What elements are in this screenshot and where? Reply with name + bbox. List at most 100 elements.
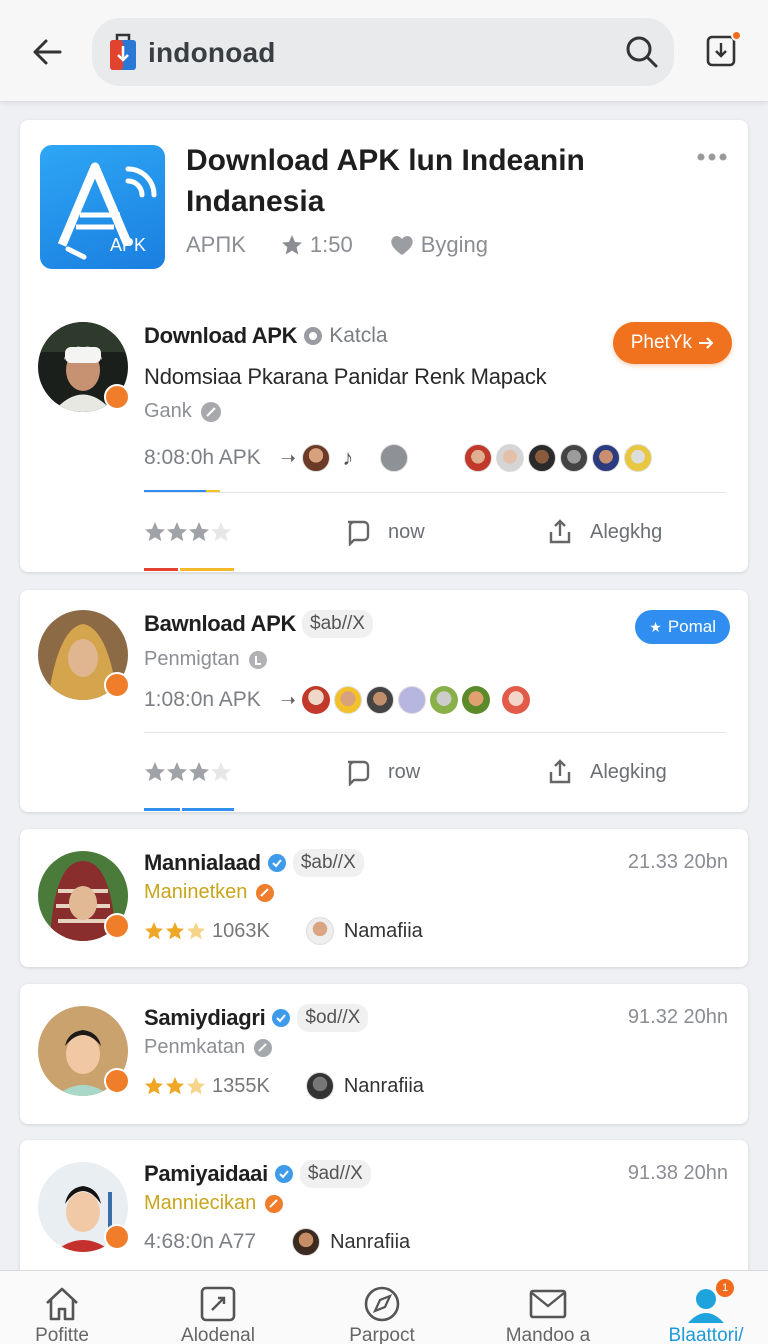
verified-badge-icon	[274, 1165, 293, 1183]
post-author[interactable]: Bawnload APK	[144, 611, 296, 637]
reaction-avatar	[527, 444, 556, 472]
reaction-avatar	[301, 686, 330, 714]
user-name[interactable]: Nanrafiia	[330, 1231, 410, 1254]
personal-button[interactable]: ★ Pomal	[635, 610, 730, 644]
post-timestamp: 91.32 20hn	[627, 1006, 728, 1028]
post-subtitle: Penmkatan	[144, 1036, 273, 1059]
bottom-navigation: Pofitte Alodenal Parpoct Mandoo a 1 Blaa…	[0, 1270, 768, 1344]
comment-icon	[348, 520, 370, 546]
avatar[interactable]	[38, 322, 130, 412]
back-arrow-icon[interactable]	[28, 32, 68, 72]
app-icon-label: APK	[110, 235, 146, 255]
avatar-badge-icon	[104, 1068, 130, 1094]
arrow-small-icon: ➝	[280, 689, 296, 710]
avatar-badge-icon	[104, 1224, 130, 1250]
post-card: Pamiyaidaai $ad//X 91.38 20hn Manniecika…	[20, 1140, 748, 1280]
user-name[interactable]: Nanrafiia	[344, 1075, 424, 1098]
search-icon[interactable]	[624, 34, 660, 70]
apk-app-icon[interactable]: APK	[40, 145, 165, 269]
comment-button[interactable]: now	[344, 518, 425, 546]
action-row: row Alegking	[144, 752, 726, 792]
reaction-avatar	[591, 444, 620, 472]
nav-item-blaattori[interactable]: 1 Blaattori/	[646, 1279, 766, 1344]
share-icon	[549, 519, 571, 544]
post-subtitle: Gank	[144, 400, 222, 423]
reaction-avatar	[397, 686, 426, 714]
star-rating[interactable]	[144, 521, 232, 543]
post-author[interactable]: Pamiyaidaai	[144, 1161, 268, 1187]
reaction-avatar	[333, 686, 362, 714]
post-author[interactable]: Download APK	[144, 323, 298, 349]
avatar[interactable]	[38, 610, 130, 700]
star-rating	[145, 922, 205, 940]
badge-icon	[256, 883, 275, 902]
app-rating: 1:50	[280, 232, 353, 258]
post-time-row: 8:08:0h APK ➝ ♪	[144, 444, 656, 472]
badge-icon	[265, 1194, 284, 1213]
avatar-badge-icon	[104, 913, 130, 939]
verified-badge-icon	[267, 854, 286, 872]
notification-dot	[731, 30, 742, 41]
post-header: Pamiyaidaai $ad//X	[144, 1160, 371, 1188]
post-tag: $ab//X	[292, 849, 364, 877]
share-icon	[549, 759, 571, 784]
action-row: now Alegkhg	[144, 512, 726, 552]
avatar[interactable]	[38, 1162, 130, 1252]
edit-icon	[200, 401, 221, 422]
post-time: 8:08:0h APK	[144, 446, 261, 469]
nav-item-parpoct[interactable]: Parpoct	[322, 1285, 442, 1344]
progress-bar	[144, 568, 178, 571]
nav-label: Parpoct	[349, 1325, 415, 1344]
avatar-badge-icon	[104, 672, 130, 698]
post-timestamp: 91.38 20hn	[627, 1162, 728, 1184]
share-button[interactable]: Alegking	[546, 758, 667, 786]
comment-button[interactable]: row	[344, 758, 420, 786]
post-subtitle-text: Gank	[144, 400, 192, 422]
post-subtitle-text: Penmigtan	[144, 648, 240, 670]
post-description: Ndomsiaa Pkarana Panidar Renk Mapack	[144, 364, 547, 389]
user-avatar	[305, 1072, 334, 1100]
comment-icon	[348, 760, 370, 786]
post-author[interactable]: Samiydiagri	[144, 1005, 266, 1031]
post-header: Bawnload APK $ab//X	[144, 610, 373, 638]
nav-item-mandoo-a[interactable]: Mandoo a	[488, 1285, 608, 1344]
nav-item-alodenal[interactable]: Alodenal	[158, 1285, 278, 1344]
app-rating-value: 1:50	[309, 232, 353, 257]
list-icon	[379, 444, 408, 472]
reaction-avatar	[301, 444, 330, 472]
post-tag: Katcla	[329, 324, 388, 347]
star-rating[interactable]	[144, 761, 232, 783]
post-author[interactable]: Mannialaad	[144, 850, 261, 876]
progress-bar	[144, 808, 180, 811]
avatar[interactable]	[38, 1006, 130, 1096]
post-tag: $od//X	[297, 1004, 369, 1032]
arrow-right-icon	[699, 337, 714, 349]
post-time-row: 1:08:0n APK ➝	[144, 686, 534, 714]
user-name[interactable]: Namafiia	[344, 920, 423, 943]
post-card: Bawnload APK $ab//X ★ Pomal Penmigtan 1:…	[20, 590, 748, 812]
post-subtitle-text: Penmkatan	[144, 1036, 246, 1058]
divider	[144, 732, 726, 733]
follow-button-label: PhetYk	[630, 332, 692, 353]
reaction-avatar	[463, 444, 492, 472]
follow-button[interactable]: PhetYk	[612, 322, 732, 364]
share-button[interactable]: Alegkhg	[546, 518, 662, 546]
app-category: APΠK	[186, 232, 246, 257]
search-query: indonoad	[148, 37, 276, 68]
reaction-avatar	[495, 444, 524, 472]
downloads-icon[interactable]	[704, 30, 742, 70]
post-stats: 1355K Nanrafiia	[144, 1072, 424, 1100]
avatar[interactable]	[38, 851, 130, 941]
app-likes[interactable]: Byging	[389, 232, 488, 258]
post-count: 1355K	[212, 1074, 270, 1097]
reaction-avatar	[365, 686, 394, 714]
compass-icon	[364, 1286, 400, 1322]
reaction-avatar	[501, 686, 530, 714]
post-stats: 4:68:0n A77 Nanrafiia	[144, 1228, 410, 1256]
post-meta: 4:68:0n A77	[144, 1230, 257, 1253]
nav-label: Mandoo a	[505, 1325, 591, 1344]
star-icon	[281, 235, 302, 255]
more-options-icon[interactable]	[696, 150, 728, 162]
search-input[interactable]: indonoad	[92, 18, 674, 86]
nav-item-profile[interactable]: Pofitte	[2, 1285, 122, 1344]
